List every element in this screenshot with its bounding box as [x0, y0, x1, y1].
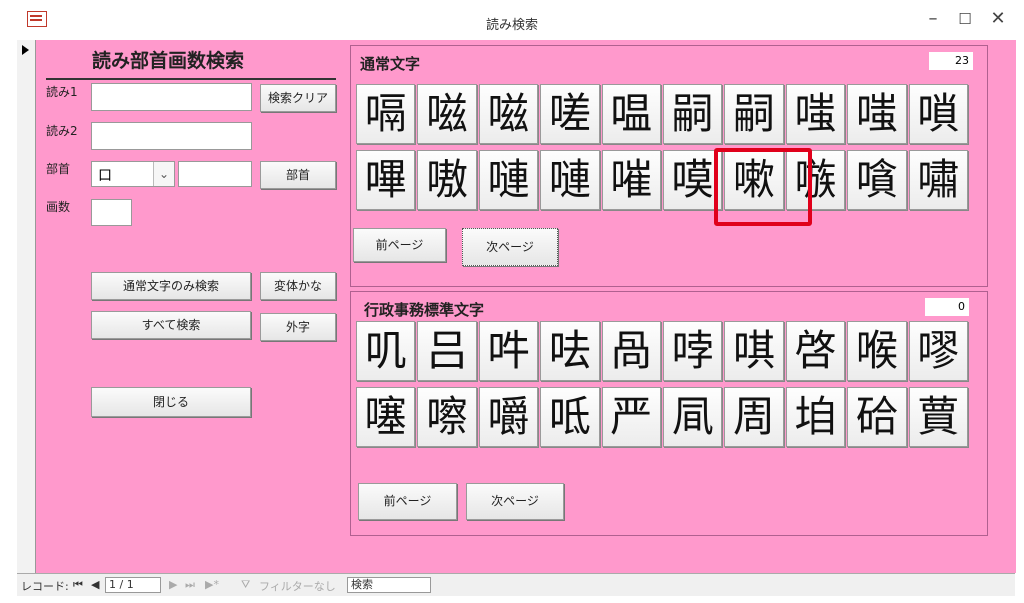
normal-chars-title: 通常文字 — [360, 55, 421, 73]
normal-next-page-button[interactable]: 次ページ — [462, 228, 558, 266]
admin-char-button[interactable]: 嚼 — [478, 387, 539, 447]
search-box[interactable]: 検索 — [347, 577, 431, 593]
yomi1-label: 読み1 — [46, 85, 78, 99]
chevron-down-icon[interactable]: ⌄ — [153, 162, 174, 186]
search-all-button[interactable]: すべて検索 — [91, 311, 251, 339]
admin-char-button[interactable]: 蕒 — [908, 387, 968, 447]
kakusu-label: 画数 — [46, 200, 71, 214]
bushu-select[interactable]: 口 ⌄ — [91, 161, 175, 187]
admin-char-button[interactable]: 硆 — [847, 387, 907, 447]
normal-prev-page-button[interactable]: 前ページ — [353, 228, 446, 262]
admin-char-button[interactable]: 吕 — [417, 321, 477, 381]
filter-icon[interactable]: ⛛ — [241, 578, 250, 592]
normal-char-button[interactable]: 嗹 — [540, 150, 600, 210]
admin-chars-title: 行政事務標準文字 — [364, 301, 485, 319]
kakusu-input[interactable] — [91, 199, 132, 226]
normal-char-button[interactable]: 嗣 — [724, 84, 784, 144]
admin-next-page-button[interactable]: 次ページ — [466, 483, 564, 520]
record-label: レコード: — [21, 580, 69, 593]
normal-only-search-button[interactable]: 通常文字のみ検索 — [91, 272, 251, 300]
filter-status[interactable]: フィルターなし — [259, 578, 336, 594]
yomi2-input[interactable] — [91, 122, 252, 150]
normal-char-button[interactable]: 嗣 — [662, 84, 723, 144]
admin-char-button[interactable]: 嘐 — [908, 321, 968, 381]
normal-char-button[interactable]: 嗟 — [540, 84, 600, 144]
normal-chars-grid: 嗝嗞嗞嗟嗢嗣嗣嗤嗤嗩嗶嗷嗹嗹嗺嗼嗽嗾嗿嘯 — [356, 84, 968, 210]
admin-char-button[interactable]: 叽 — [356, 321, 416, 381]
normal-char-button[interactable]: 嗝 — [356, 84, 416, 144]
bushu-label: 部首 — [46, 162, 71, 176]
admin-char-button[interactable]: 凬 — [662, 387, 723, 447]
window-title: 読み検索 — [485, 18, 538, 33]
admin-char-button[interactable]: 垍 — [785, 387, 846, 447]
record-navigation-bar: レコード: ⏮ ◀ 1 / 1 ▶ ⏭ ▶* ⛛ フィルターなし 検索 — [17, 573, 1015, 596]
record-selector[interactable] — [17, 40, 36, 573]
normal-char-button[interactable]: 嗹 — [478, 150, 539, 210]
admin-char-button[interactable]: 啓 — [785, 321, 846, 381]
normal-char-button[interactable]: 嗿 — [847, 150, 907, 210]
normal-char-button[interactable]: 嗞 — [478, 84, 539, 144]
admin-char-button[interactable]: 吽 — [478, 321, 539, 381]
yomi1-input[interactable] — [91, 83, 252, 111]
admin-char-button[interactable]: 严 — [601, 387, 661, 447]
maximize-button[interactable]: ☐ — [952, 8, 978, 30]
normal-char-button[interactable]: 嗩 — [908, 84, 968, 144]
bushu-value: 口 — [98, 168, 112, 184]
record-position-input[interactable]: 1 / 1 — [105, 577, 161, 593]
search-clear-button[interactable]: 検索クリア — [260, 84, 336, 112]
normal-char-button[interactable]: 嗤 — [785, 84, 846, 144]
admin-char-button[interactable]: 喉 — [847, 321, 907, 381]
gaiji-button[interactable]: 外字 — [260, 313, 336, 341]
normal-char-button[interactable]: 嗶 — [356, 150, 416, 210]
bushu-extra-input[interactable] — [178, 161, 252, 187]
admin-char-button[interactable]: 周 — [724, 387, 784, 447]
admin-chars-grid: 叽吕吽呿咼哱唭啓喉嘐噻嚓嚼呧严凬周垍硆蕒 — [356, 321, 968, 447]
normal-char-button[interactable]: 嗢 — [601, 84, 661, 144]
last-record-icon[interactable]: ⏭ — [185, 578, 195, 592]
admin-char-button[interactable]: 呧 — [540, 387, 600, 447]
current-record-icon — [22, 45, 29, 55]
next-record-icon[interactable]: ▶ — [169, 578, 177, 591]
new-record-icon[interactable]: ▶* — [205, 578, 219, 591]
normal-char-button[interactable]: 嗾 — [785, 150, 846, 210]
yomi2-label: 読み2 — [46, 124, 78, 138]
close-window-button[interactable]: ✕ — [985, 8, 1011, 30]
normal-chars-count: 23 — [929, 52, 973, 70]
admin-char-button[interactable]: 噻 — [356, 387, 416, 447]
admin-prev-page-button[interactable]: 前ページ — [358, 483, 457, 520]
close-button[interactable]: 閉じる — [91, 387, 251, 417]
search-heading: 読み部首画数検索 — [92, 50, 245, 72]
heading-underline — [46, 78, 336, 80]
normal-char-button[interactable]: 嗼 — [662, 150, 723, 210]
normal-char-button[interactable]: 嗤 — [847, 84, 907, 144]
bushu-button[interactable]: 部首 — [260, 161, 336, 189]
normal-char-button[interactable]: 嘯 — [908, 150, 968, 210]
admin-chars-count: 0 — [925, 298, 969, 316]
admin-char-button[interactable]: 呿 — [540, 321, 600, 381]
admin-char-button[interactable]: 唭 — [724, 321, 784, 381]
normal-char-button[interactable]: 嗞 — [417, 84, 477, 144]
admin-char-button[interactable]: 咼 — [601, 321, 661, 381]
minimize-button[interactable]: – — [920, 8, 946, 30]
normal-char-button[interactable]: 嗷 — [417, 150, 477, 210]
normal-char-button[interactable]: 嗽 — [724, 150, 784, 210]
admin-char-button[interactable]: 嚓 — [417, 387, 477, 447]
hentaigana-button[interactable]: 変体かな — [260, 272, 336, 300]
first-record-icon[interactable]: ⏮ — [73, 578, 83, 592]
title-bar: 読み検索 – ☐ ✕ — [0, 0, 1024, 40]
normal-char-button[interactable]: 嗺 — [601, 150, 661, 210]
admin-char-button[interactable]: 哱 — [662, 321, 723, 381]
prev-record-icon[interactable]: ◀ — [91, 578, 99, 591]
